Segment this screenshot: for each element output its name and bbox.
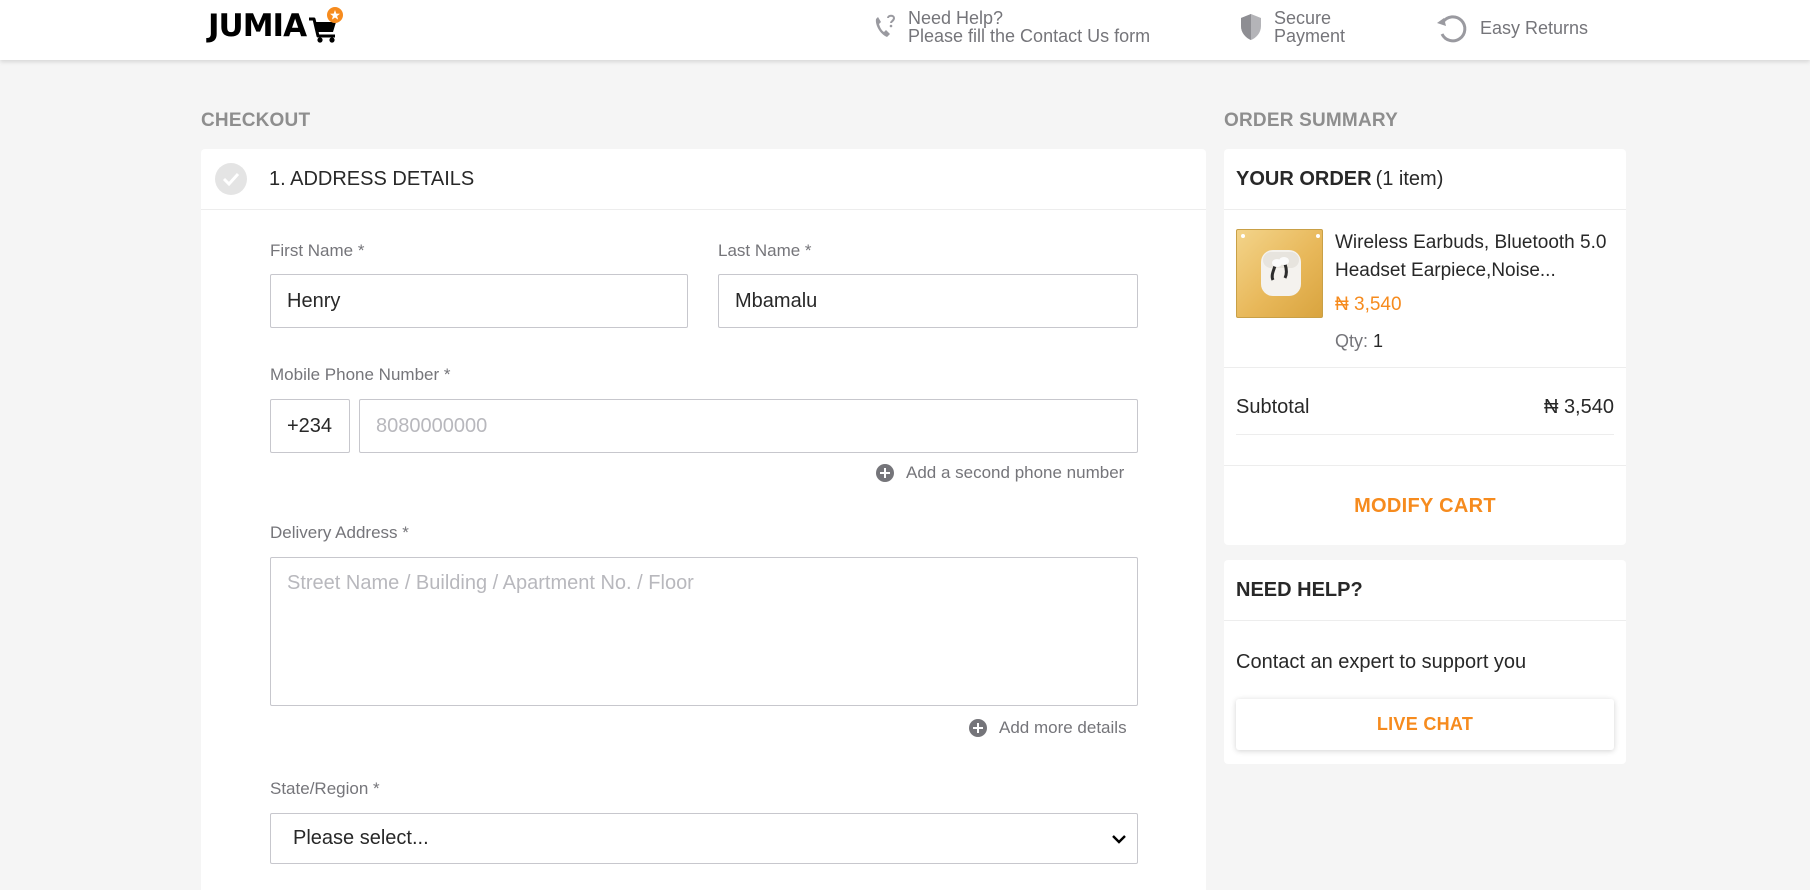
state-region-label: State/Region * (270, 779, 380, 798)
add-second-phone-link[interactable]: Add a second phone number (876, 463, 1124, 483)
address-step-title: 1. ADDRESS DETAILS (269, 167, 475, 190)
need-help-header: NEED HELP? (1224, 560, 1626, 621)
delivery-address-input[interactable]: Street Name / Building / Apartment No. /… (270, 557, 1138, 706)
first-name-input[interactable]: Henry (270, 274, 688, 328)
last-name-label: Last Name * (718, 241, 812, 260)
state-region-select[interactable]: Please select... (270, 813, 1138, 864)
contact-form-text: Please fill the Contact Us form (908, 26, 1151, 46)
need-help-card: NEED HELP? Contact an expert to support … (1224, 560, 1626, 764)
secure-payment-info: Secure Payment (1238, 9, 1345, 45)
divider (1224, 367, 1626, 368)
check-icon (215, 163, 247, 195)
modify-cart-button[interactable]: MODIFY CART (1224, 495, 1626, 518)
product-image[interactable] (1236, 229, 1323, 318)
phone-label: Mobile Phone Number * (270, 365, 451, 384)
add-more-details-link[interactable]: Add more details (969, 718, 1127, 738)
live-chat-button[interactable]: LIVE CHAT (1236, 699, 1614, 750)
plus-circle-icon (876, 464, 894, 482)
product-name[interactable]: Wireless Earbuds, Bluetooth 5.0 Headset … (1335, 229, 1620, 285)
cart-icon (308, 6, 344, 46)
subtotal-label: Subtotal (1236, 396, 1310, 418)
order-summary-heading: ORDER SUMMARY (1224, 110, 1398, 131)
delivery-address-label: Delivery Address * (270, 523, 409, 542)
order-summary-card: YOUR ORDER (1 item) Wireless Earbuds, Bl… (1224, 149, 1626, 545)
phone-country-code[interactable]: +234 (270, 399, 350, 453)
need-help-title: Need Help? (908, 8, 1004, 28)
address-details-card: 1. ADDRESS DETAILS First Name * Henry La… (201, 149, 1206, 890)
phone-question-icon (872, 13, 898, 41)
checkout-heading: CHECKOUT (201, 110, 311, 131)
product-price: ₦ 3,540 (1335, 294, 1402, 315)
subtotal-row: Subtotal ₦ 3,540 (1236, 396, 1614, 419)
need-help-link[interactable]: Need Help? Please fill the Contact Us fo… (872, 9, 1150, 45)
returns-icon (1434, 12, 1470, 44)
your-order-header: YOUR ORDER (1 item) (1224, 149, 1626, 210)
chevron-down-icon (1111, 827, 1127, 850)
divider (1224, 465, 1626, 466)
shield-icon (1238, 12, 1264, 42)
last-name-input[interactable]: Mbamalu (718, 274, 1138, 328)
plus-circle-icon (969, 719, 987, 737)
product-quantity: Qty: 1 (1335, 331, 1384, 351)
divider (1236, 434, 1614, 435)
address-step-header: 1. ADDRESS DETAILS (201, 149, 1206, 210)
top-header: JUMIA Need Help? Please fill the Contact… (0, 0, 1810, 60)
jumia-logo[interactable]: JUMIA (208, 6, 344, 46)
contact-expert-text: Contact an expert to support you (1236, 651, 1527, 673)
easy-returns-info: Easy Returns (1434, 12, 1588, 44)
phone-input[interactable]: 8080000000 (359, 399, 1138, 453)
subtotal-value: ₦ 3,540 (1543, 396, 1614, 418)
first-name-label: First Name * (270, 241, 365, 260)
